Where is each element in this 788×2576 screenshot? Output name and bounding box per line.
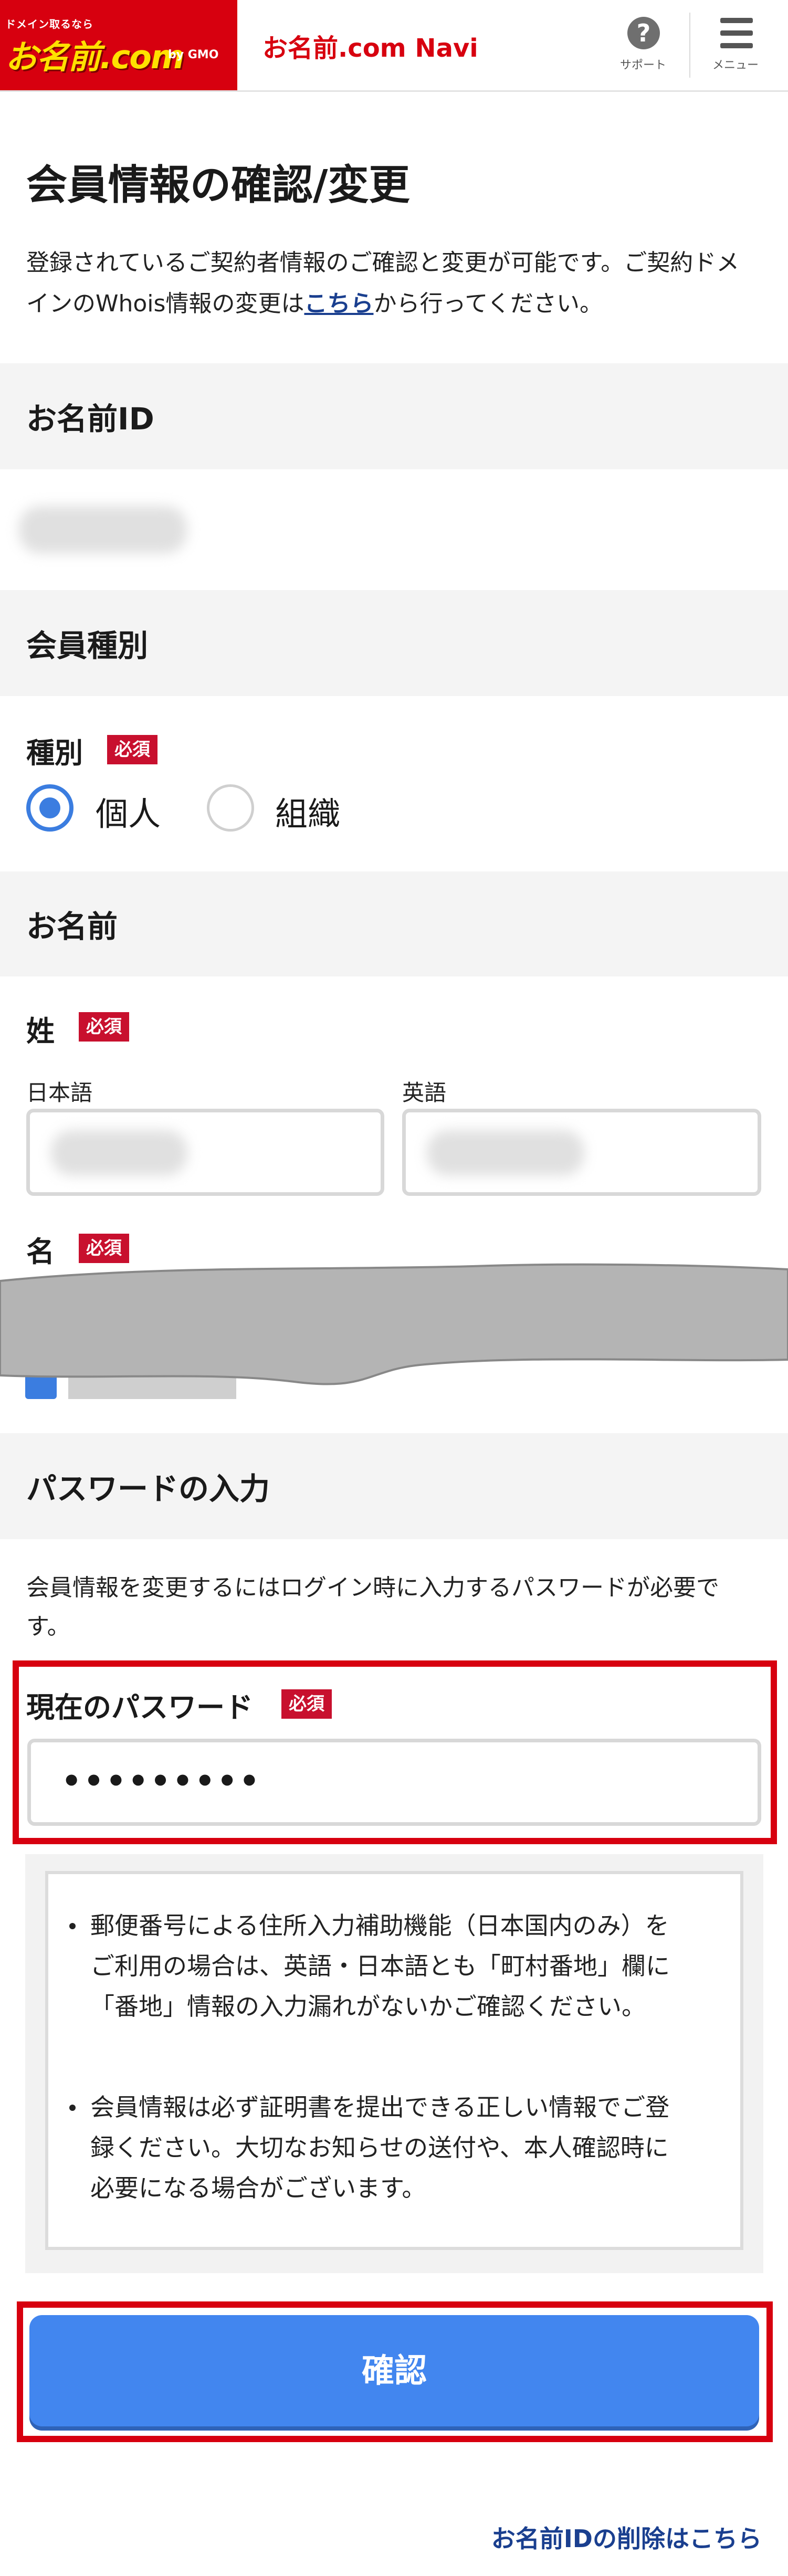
last-name-japanese-input[interactable] [26,1109,384,1196]
input-value-redacted [427,1130,584,1175]
radio-individual[interactable] [26,784,73,832]
logo-text: お名前.com [5,38,185,76]
menu-button[interactable]: メニュー [707,10,764,84]
confirm-button[interactable]: 確認 [29,2315,759,2426]
radio-organization-label[interactable]: 組織 [275,787,340,835]
required-badge: 必須 [107,735,157,764]
last-name-english-label: 英語 [402,1080,447,1106]
onamae-id-value-redacted [19,506,187,553]
password-description: 会員情報を変更するにはログイン時に入力するパスワードが必要です。 [26,1574,719,1640]
section-title-id: お名前ID [26,401,154,437]
section-title-member-type: 会員種別 [26,628,149,664]
notice-item: 郵便番号による住所入力補助機能（日本国内のみ）をご利用の場合は、英語・日本語とも… [69,1906,673,2027]
section-title-name: お名前 [26,909,118,944]
last-name-english-input[interactable] [402,1109,761,1196]
whois-change-link[interactable]: こちら [304,290,373,317]
section-password: パスワードの入力 [0,1433,788,1539]
delete-onamae-id-link[interactable]: お名前IDの削除はこちら [491,2520,762,2554]
section-name: お名前 [0,871,788,976]
header-title[interactable]: お名前.com Navi [262,27,478,64]
section-member-type: 会員種別 [0,590,788,696]
redaction-overlay [0,1263,788,1399]
radio-individual-label[interactable]: 個人 [96,787,161,835]
intro-text: 登録されているご契約者情報のご確認と変更が可能です。ご契約ドメインのWhois情… [26,249,740,317]
input-value-redacted [51,1130,187,1175]
section-onamae-id: お名前ID [0,363,788,469]
hamburger-icon [720,18,753,23]
logo-tagline: ドメイン取るなら [5,18,93,30]
page-title: 会員情報の確認/変更 [26,162,410,209]
support-label: サポート [619,59,666,72]
notice-item: 会員情報は必ず証明書を提出できる正しい情報でご登録ください。大切なお知らせの送付… [69,2087,673,2209]
question-icon: ? [627,17,660,49]
required-badge: 必須 [79,1234,129,1263]
required-badge: 必須 [281,1689,332,1719]
last-name-japanese-label: 日本語 [26,1080,93,1106]
required-badge: 必須 [79,1012,129,1042]
notice-inner: 郵便番号による住所入力補助機能（日本国内のみ）をご利用の場合は、英語・日本語とも… [45,1871,743,2250]
support-button[interactable]: ? サポート [614,10,672,84]
section-title-password: パスワードの入力 [26,1471,270,1507]
header-divider [689,13,690,78]
menu-label: メニュー [712,59,759,72]
logo-gmo: by GMO [168,48,219,61]
onamae-logo[interactable]: ドメイン取るなら お名前.com by GMO [0,0,237,90]
current-password-label: 現在のパスワード [26,1691,253,1724]
radio-organization[interactable] [207,784,254,832]
header: ドメイン取るなら お名前.com by GMO お名前.com Navi ? サ… [0,0,788,92]
current-password-input[interactable]: ••••••••• [27,1739,761,1826]
last-name-label: 姓 [26,1015,55,1048]
password-masked-value: ••••••••• [61,1763,262,1800]
member-type-label: 種別 [26,737,83,770]
notice-box: 郵便番号による住所入力補助機能（日本国内のみ）をご利用の場合は、英語・日本語とも… [25,1854,763,2273]
